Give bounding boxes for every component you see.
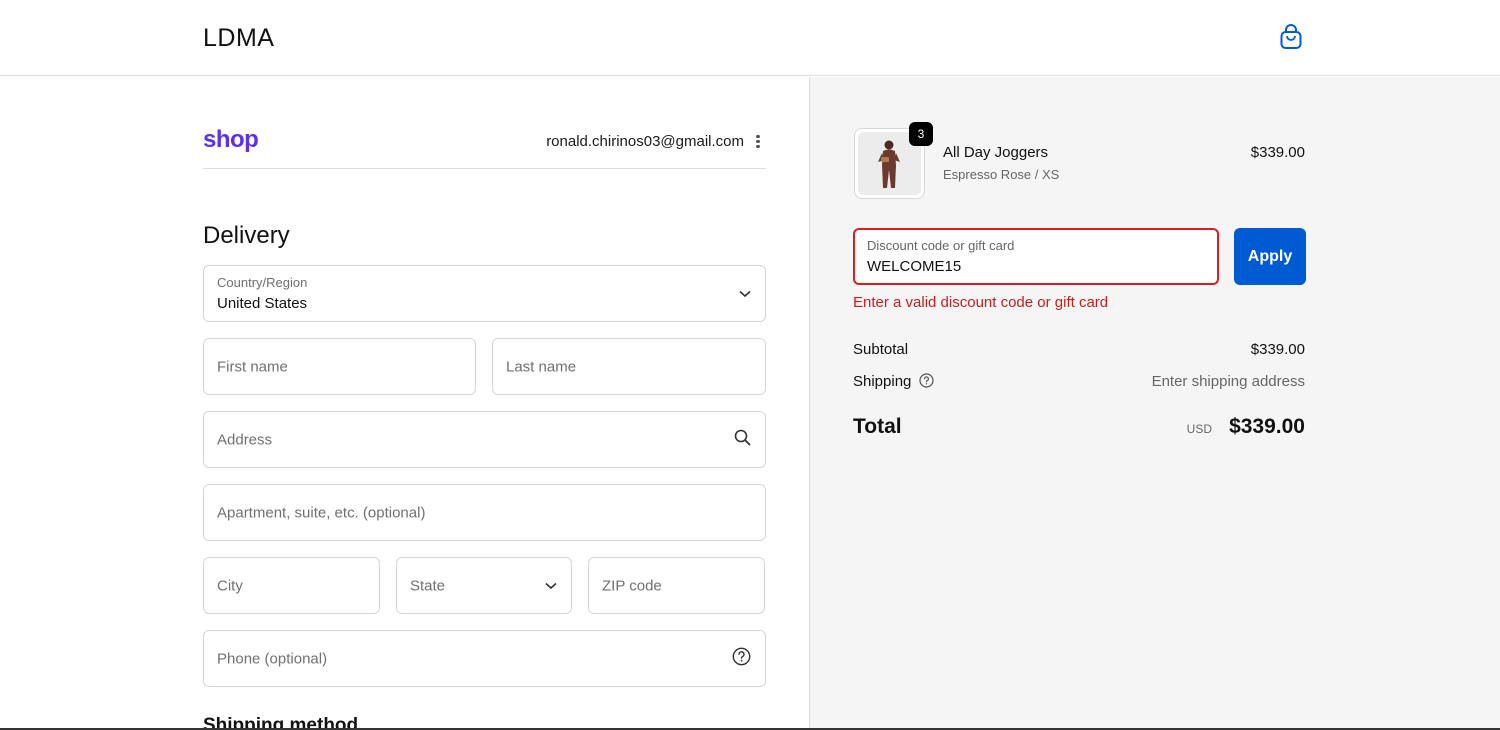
first-name-field[interactable]: First name — [203, 338, 476, 395]
product-price: $339.00 — [1250, 144, 1305, 161]
city-field[interactable]: City — [203, 557, 380, 614]
product-thumbnail: 3 — [854, 122, 933, 199]
more-vertical-icon[interactable] — [754, 133, 762, 151]
subtotal-value: $339.00 — [1250, 341, 1305, 358]
discount-code-field[interactable]: Discount code or gift card WELCOME15 — [853, 228, 1219, 285]
checkout-form-panel: shop ronald.chirinos03@gmail.com Deliver… — [0, 77, 809, 730]
shipping-value: Enter shipping address — [1151, 373, 1305, 390]
phone-field[interactable]: Phone (optional) — [203, 630, 766, 687]
quantity-badge: 3 — [909, 122, 933, 146]
subtotal-label: Subtotal — [853, 341, 909, 358]
product-name: All Day Joggers — [943, 144, 1049, 161]
country-label: Country/Region — [217, 275, 308, 290]
shipping-help-icon[interactable] — [919, 373, 934, 388]
apply-discount-button[interactable]: Apply — [1234, 228, 1306, 285]
city-placeholder: City — [217, 577, 243, 594]
country-value: United States — [217, 295, 308, 312]
total-label: Total — [853, 415, 902, 438]
last-name-field[interactable]: Last name — [492, 338, 766, 395]
address-placeholder: Address — [217, 431, 273, 448]
total-value: $339.00 — [1229, 415, 1305, 438]
brand-logo[interactable]: LDMA — [203, 24, 274, 53]
zip-field[interactable]: ZIP code — [588, 557, 765, 614]
order-summary-panel: 3 All Day Joggers Espresso Rose / XS $33… — [809, 77, 1500, 730]
shop-pay-logo: shop — [203, 126, 259, 153]
state-select[interactable]: State — [396, 557, 572, 614]
currency-code: USD — [1186, 422, 1212, 436]
zip-placeholder: ZIP code — [602, 577, 662, 594]
last-name-placeholder: Last name — [506, 358, 577, 375]
shipping-label: Shipping — [853, 373, 912, 390]
discount-error-message: Enter a valid discount code or gift card — [853, 294, 1109, 311]
country-select[interactable]: Country/Region United States — [203, 265, 766, 322]
address-field[interactable]: Address — [203, 411, 766, 468]
apartment-placeholder: Apartment, suite, etc. (optional) — [217, 504, 426, 521]
apartment-field[interactable]: Apartment, suite, etc. (optional) — [203, 484, 766, 541]
phone-placeholder: Phone (optional) — [217, 650, 328, 667]
discount-value: WELCOME15 — [867, 258, 962, 275]
help-circle-icon[interactable] — [732, 647, 751, 671]
delivery-heading: Delivery — [203, 222, 290, 249]
discount-label: Discount code or gift card — [867, 238, 1015, 253]
search-icon[interactable] — [734, 429, 751, 451]
shop-account-bar: shop ronald.chirinos03@gmail.com — [203, 126, 766, 169]
top-bar: LDMA — [0, 0, 1500, 76]
chevron-down-icon — [545, 577, 557, 595]
state-placeholder: State — [410, 577, 446, 594]
shopping-bag-icon[interactable] — [1279, 24, 1303, 50]
account-email: ronald.chirinos03@gmail.com — [546, 133, 744, 150]
chevron-down-icon — [739, 285, 751, 303]
product-variant: Espresso Rose / XS — [943, 167, 1060, 182]
first-name-placeholder: First name — [217, 358, 288, 375]
